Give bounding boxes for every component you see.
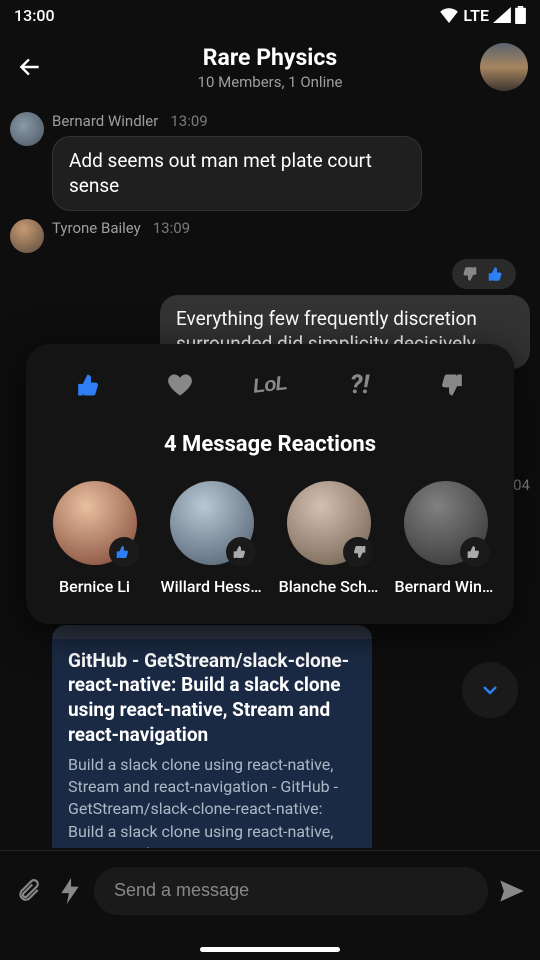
reaction-wut[interactable]: ?! <box>341 366 379 404</box>
link-preview-card[interactable]: GitHub - GetStream/slack-clone-react-nat… <box>52 625 372 848</box>
reactor-reaction-badge <box>109 537 139 567</box>
thumbs-up-icon <box>233 544 249 560</box>
scroll-to-bottom-button[interactable] <box>462 662 518 718</box>
reactions-sheet-title: 4 Message Reactions <box>36 432 504 457</box>
reaction-lol[interactable]: LoL <box>251 366 289 404</box>
reactor-reaction-badge <box>460 537 490 567</box>
reactor-item[interactable]: Willard Hessel <box>160 481 264 596</box>
reaction-like[interactable] <box>72 366 110 404</box>
send-button[interactable] <box>494 873 530 909</box>
link-description: Build a slack clone using react-native, … <box>68 754 356 849</box>
message-reactions-pill[interactable] <box>452 259 516 289</box>
flash-button[interactable] <box>52 873 88 909</box>
wifi-icon <box>439 7 459 23</box>
message-avatar[interactable] <box>10 219 44 253</box>
reactor-avatar <box>53 481 137 565</box>
heart-icon <box>166 371 194 399</box>
message-composer <box>0 850 540 930</box>
reactor-avatar <box>404 481 488 565</box>
reaction-dislike[interactable] <box>430 366 468 404</box>
chat-subtitle: 10 Members, 1 Online <box>198 73 343 91</box>
header-title-block[interactable]: Rare Physics 10 Members, 1 Online <box>198 44 343 91</box>
reactor-name: Bernard Wind… <box>395 577 497 596</box>
attach-button[interactable] <box>10 873 46 909</box>
status-indicators: LTE <box>439 6 526 25</box>
reactions-sheet: LoL ?! 4 Message Reactions Bernice Li W <box>26 344 514 624</box>
message-author: Tyrone Bailey <box>52 219 141 237</box>
reaction-love[interactable] <box>161 366 199 404</box>
signal-icon <box>493 7 511 23</box>
back-button[interactable] <box>12 49 48 85</box>
message-meta: Tyrone Bailey 13:09 <box>52 219 530 237</box>
chevron-down-icon <box>478 678 502 702</box>
chat-title: Rare Physics <box>198 44 343 71</box>
reactor-item[interactable]: Bernard Wind… <box>394 481 498 596</box>
reactions-pill-row <box>10 259 530 289</box>
message-meta: Bernard Windler 13:09 <box>52 112 530 130</box>
message-row: Bernard Windler 13:09 Add seems out man … <box>10 112 530 211</box>
message-time: 13:09 <box>153 219 190 237</box>
thumbs-up-icon <box>467 544 483 560</box>
reactor-item[interactable]: Bernice Li <box>43 481 147 596</box>
status-bar: 13:00 LTE <box>0 0 540 30</box>
reactor-name: Blanche Sch… <box>279 577 379 596</box>
thumbs-down-icon <box>462 265 480 283</box>
message-time: 13:09 <box>170 112 207 130</box>
reactor-avatar <box>287 481 371 565</box>
reactor-item[interactable]: Blanche Sch… <box>277 481 381 596</box>
message-input[interactable] <box>94 867 488 915</box>
reactor-reaction-badge <box>226 537 256 567</box>
thumbs-up-icon <box>488 265 506 283</box>
thumbs-down-icon <box>435 371 463 399</box>
arrow-left-icon <box>17 54 43 80</box>
reactor-name: Bernice Li <box>59 577 130 596</box>
message-avatar[interactable] <box>10 112 44 146</box>
reactors-list: Bernice Li Willard Hessel Blanche Sch… <box>36 481 504 596</box>
link-title: GitHub - GetStream/slack-clone-react-nat… <box>68 649 356 748</box>
flash-icon <box>60 878 80 904</box>
battery-icon <box>515 6 526 24</box>
chat-header: Rare Physics 10 Members, 1 Online <box>0 30 540 104</box>
message-author: Bernard Windler <box>52 112 158 130</box>
thumbs-up-icon <box>77 371 105 399</box>
reaction-options-row: LoL ?! <box>36 366 504 404</box>
partial-timestamp: 04 <box>513 476 530 494</box>
status-time: 13:00 <box>14 6 55 25</box>
network-label: LTE <box>463 6 489 25</box>
question-icon: ?! <box>350 370 369 400</box>
chat-avatar[interactable] <box>480 43 528 91</box>
link-thumbnail <box>52 625 372 639</box>
lol-icon: LoL <box>252 372 288 398</box>
reactor-avatar <box>170 481 254 565</box>
thumbs-down-icon <box>350 544 366 560</box>
send-icon <box>498 877 526 905</box>
reactor-name: Willard Hessel <box>161 577 263 596</box>
message-bubble[interactable]: Add seems out man met plate court sense <box>52 136 422 211</box>
message-row: Tyrone Bailey 13:09 <box>10 219 530 253</box>
reactor-reaction-badge <box>343 537 373 567</box>
paperclip-icon <box>15 878 41 904</box>
home-indicator[interactable] <box>200 947 340 952</box>
thumbs-up-icon <box>116 544 132 560</box>
